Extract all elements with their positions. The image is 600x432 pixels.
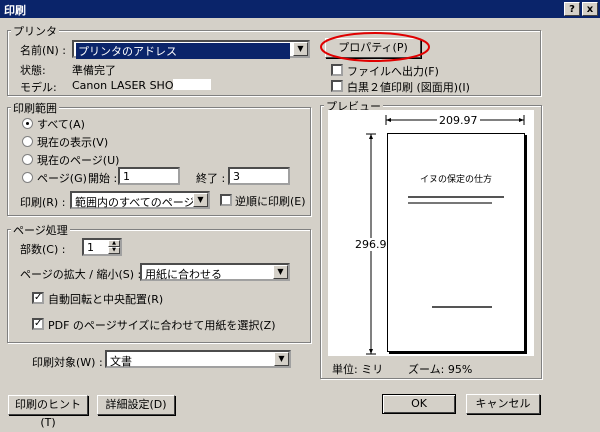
unit-label: 単位: ミリ bbox=[332, 363, 384, 376]
bw-print-checkbox[interactable] bbox=[331, 80, 343, 92]
copies-spin[interactable]: ▲ ▼ bbox=[108, 240, 120, 254]
printer-legend: プリンタ bbox=[11, 23, 59, 39]
auto-rotate-label[interactable]: 自動回転と中央配置(R) bbox=[48, 291, 163, 307]
start-page-value: 1 bbox=[123, 170, 130, 183]
printer-name-value: プリンタのアドレス bbox=[76, 43, 290, 59]
chevron-down-icon[interactable]: ▼ bbox=[274, 352, 289, 366]
print-what-value: 文書 bbox=[110, 355, 132, 368]
preview-doc-title: イヌの保定の仕方 bbox=[419, 175, 492, 185]
print-to-file-label[interactable]: ファイルへ出力(F) bbox=[347, 63, 439, 79]
model-label: モデル: bbox=[20, 81, 57, 94]
reverse-label[interactable]: 逆順に印刷(E) bbox=[235, 193, 306, 209]
ok-button[interactable]: OK bbox=[382, 394, 456, 414]
range-all-radio[interactable] bbox=[22, 118, 33, 129]
scaling-value: 用紙に合わせる bbox=[145, 268, 222, 281]
cancel-button[interactable]: キャンセル bbox=[466, 394, 540, 414]
range-page-label[interactable]: 現在のページ(U) bbox=[37, 152, 119, 168]
start-page-input[interactable]: 1 bbox=[118, 167, 180, 185]
preview-width: 209.97 bbox=[437, 114, 480, 127]
printer-name-select[interactable]: プリンタのアドレス ▼ bbox=[72, 40, 310, 59]
preview-text-line bbox=[408, 202, 492, 204]
range-all-label[interactable]: すべて(A) bbox=[37, 116, 85, 132]
print-to-file-checkbox[interactable] bbox=[331, 64, 343, 76]
range-pages-radio[interactable] bbox=[22, 172, 33, 183]
zoom-label: ズーム: 95% bbox=[408, 363, 473, 376]
close-button[interactable]: x bbox=[582, 2, 598, 16]
status-label: 状態: bbox=[20, 64, 46, 77]
printer-name-label: 名前(N) : bbox=[20, 44, 67, 57]
scaling-label: ページの拡大 / 縮小(S) : bbox=[20, 268, 142, 281]
range-view-label[interactable]: 現在の表示(V) bbox=[37, 134, 108, 150]
print-what-label: 印刷対象(W) : bbox=[32, 356, 103, 369]
range-page-radio[interactable] bbox=[22, 154, 33, 165]
end-page-input[interactable]: 3 bbox=[228, 167, 290, 185]
copies-label: 部数(C) : bbox=[20, 243, 66, 256]
bw-print-label[interactable]: 白黒２値印刷 (図面用)(I) bbox=[347, 79, 470, 95]
copies-stepper[interactable]: 1 ▲ ▼ bbox=[82, 238, 122, 256]
range-pages-label[interactable]: ページ(G) bbox=[37, 170, 87, 186]
chevron-down-icon[interactable]: ▼ bbox=[273, 265, 288, 279]
highlight-circle bbox=[320, 32, 430, 62]
chevron-down-icon[interactable]: ▼ bbox=[193, 193, 208, 207]
advanced-button[interactable]: 詳細設定(D) bbox=[97, 395, 175, 415]
print-subset-select[interactable]: 範囲内のすべてのページ ▼ bbox=[70, 191, 210, 209]
print-hint-button[interactable]: 印刷のヒント(T) bbox=[8, 395, 88, 429]
help-button[interactable]: ? bbox=[564, 2, 580, 16]
copies-value: 1 bbox=[87, 241, 94, 254]
print-what-select[interactable]: 文書 ▼ bbox=[105, 350, 291, 368]
scaling-select[interactable]: 用紙に合わせる ▼ bbox=[140, 263, 290, 281]
end-page-value: 3 bbox=[233, 170, 240, 183]
range-view-radio[interactable] bbox=[22, 136, 33, 147]
preview-text-line bbox=[408, 196, 504, 198]
print-subset-label: 印刷(R) : bbox=[20, 196, 66, 209]
title-bar: 印刷 ? x bbox=[0, 0, 600, 18]
model-value: Canon LASER SHOT bbox=[72, 79, 181, 92]
print-subset-value: 範囲内のすべてのページ bbox=[75, 196, 195, 209]
pdf-page-size-label[interactable]: PDF のページサイズに合わせて用紙を選択(Z) bbox=[48, 317, 276, 333]
end-label: 終了 : bbox=[196, 172, 226, 185]
preview-text-line bbox=[432, 306, 492, 308]
page-handling-legend: ページ処理 bbox=[11, 222, 70, 238]
chevron-down-icon[interactable]: ▼ bbox=[293, 42, 308, 56]
status-value: 準備完了 bbox=[72, 64, 116, 77]
reverse-checkbox[interactable] bbox=[220, 194, 232, 206]
range-legend: 印刷範囲 bbox=[11, 100, 59, 116]
window-title: 印刷 bbox=[4, 4, 26, 17]
start-label: 開始 : bbox=[88, 172, 118, 185]
model-redaction bbox=[173, 79, 211, 90]
auto-rotate-checkbox[interactable]: ✓ bbox=[32, 292, 44, 304]
pdf-page-size-checkbox[interactable]: ✓ bbox=[32, 318, 44, 330]
preview-page: イヌの保定の仕方 bbox=[387, 133, 525, 352]
